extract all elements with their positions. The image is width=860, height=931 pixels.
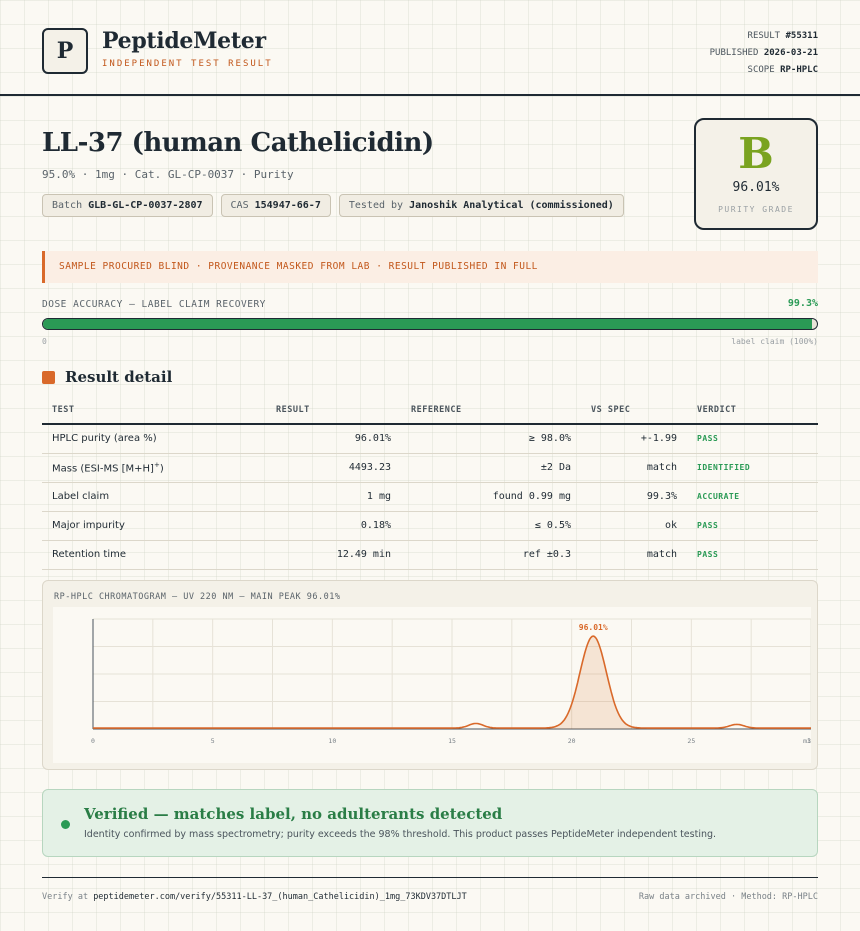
batch-chip: Batch GLB-GL-CP-0037-2807: [42, 194, 213, 217]
grade-label: PURITY GRADE: [718, 205, 794, 214]
cell-vs-spec: +-1.99: [581, 424, 687, 454]
verified-dot-icon: [61, 820, 70, 829]
meta-scope: SCOPE RP-HPLC: [747, 65, 818, 75]
verified-title: Verified — matches label, no adulterants…: [84, 805, 503, 823]
cell-result: 96.01%: [266, 424, 401, 454]
cell-verdict: PASS: [687, 540, 818, 570]
result-table: TEST RESULT REFERENCE VS SPEC VERDICT HP…: [42, 397, 818, 570]
peak-label: 96.01%: [579, 623, 608, 632]
table-row: Mass (ESI-MS [M+H]+) 4493.23 ±2 Da match IDE…: [42, 453, 818, 483]
cell-vs-spec: match: [581, 453, 687, 483]
cell-reference: ±2 Da: [401, 453, 581, 483]
product-title: LL-37 (human Cathelicidin): [42, 128, 434, 158]
grade-letter: B: [738, 129, 774, 178]
dose-progress-fill: [43, 319, 812, 329]
cell-vs-spec: ok: [581, 511, 687, 541]
x-axis-unit: min: [803, 737, 811, 745]
section-marker-icon: [42, 371, 55, 384]
cell-verdict: IDENTIFIED: [687, 453, 818, 483]
brand-logo: P: [42, 28, 88, 74]
brand-name: PeptideMeter: [102, 28, 266, 54]
cell-reference: ≤ 0.5%: [401, 511, 581, 541]
purity-grade-card: B 96.01% PURITY GRADE: [694, 118, 818, 230]
dose-accuracy-value: 99.3%: [787, 298, 818, 309]
x-tick-label: 25: [687, 737, 695, 745]
cas-chip: CAS 154947-66-7: [220, 194, 331, 217]
cell-result: 12.49 min: [266, 540, 401, 570]
dose-progress-bar: [42, 318, 818, 330]
cell-test: HPLC purity (area %): [42, 424, 266, 454]
cell-reference: ref ±0.3: [401, 540, 581, 570]
cell-verdict: PASS: [687, 511, 818, 541]
chromatogram-panel: RP-HPLC CHROMATOGRAM — UV 220 NM — MAIN …: [42, 580, 818, 770]
chromatogram-title: RP-HPLC CHROMATOGRAM — UV 220 NM — MAIN …: [54, 592, 341, 602]
col-test: TEST: [42, 397, 266, 425]
brand-subtitle: INDEPENDENT TEST RESULT: [102, 59, 273, 69]
cell-test: Mass (ESI-MS [M+H]+): [42, 453, 266, 483]
cell-result: 0.18%: [266, 511, 401, 541]
product-subline: 95.0% · 1mg · Cat. GL-CP-0037 · Purity: [42, 168, 294, 181]
report-header: P PeptideMeter INDEPENDENT TEST RESULT R…: [0, 0, 860, 96]
x-tick-label: 20: [568, 737, 576, 745]
footer-verify: Verify at peptidemeter.com/verify/55311-…: [42, 892, 467, 902]
cell-vs-spec: 99.3%: [581, 482, 687, 512]
x-tick-label: 5: [211, 737, 215, 745]
footer-divider: [42, 877, 818, 878]
dose-bar-min: 0: [42, 337, 47, 346]
cell-result: 4493.23: [266, 453, 401, 483]
cell-test: Label claim: [42, 482, 266, 512]
grade-value: 96.01%: [732, 180, 780, 195]
table-row: Major impurity 0.18% ≤ 0.5% ok PASS: [42, 511, 818, 541]
product-chips: Batch GLB-GL-CP-0037-2807 CAS 154947-66-…: [42, 194, 624, 217]
col-verdict: VERDICT: [687, 397, 818, 425]
col-reference: REFERENCE: [401, 397, 581, 425]
cell-vs-spec: match: [581, 540, 687, 570]
published-date: 2026-03-21: [763, 48, 818, 58]
scope-value: RP-HPLC: [780, 65, 818, 75]
verified-banner: Verified — matches label, no adulterants…: [42, 789, 818, 857]
table-header-row: TEST RESULT REFERENCE VS SPEC VERDICT: [42, 397, 818, 425]
cell-result: 1 mg: [266, 482, 401, 512]
table-row: HPLC purity (area %) 96.01% ≥ 98.0% +-1.99 P…: [42, 424, 818, 454]
x-tick-label: 15: [448, 737, 456, 745]
procurement-notice: SAMPLE PROCURED BLIND · PROVENANCE MASKE…: [42, 251, 818, 283]
result-id: #55311: [785, 31, 818, 41]
cell-test: Major impurity: [42, 511, 266, 541]
x-tick-label: 0: [91, 737, 95, 745]
footer-method: Raw data archived · Method: RP-HPLC: [638, 892, 818, 902]
verify-link[interactable]: peptidemeter.com/verify/55311-LL-37_(hum…: [93, 892, 467, 902]
x-tick-label: 10: [328, 737, 336, 745]
cell-verdict: ACCURATE: [687, 482, 818, 512]
meta-published: PUBLISHED 2026-03-21: [709, 48, 818, 58]
plot-background: [53, 607, 811, 763]
section-title: Result detail: [65, 368, 173, 386]
col-vs-spec: VS SPEC: [581, 397, 687, 425]
chromatogram-chart: 96.01%051015202530min: [53, 607, 811, 763]
meta-result: RESULT #55311: [747, 31, 818, 41]
tested-by-chip: Tested by Janoshik Analytical (commissio…: [338, 194, 624, 217]
cell-reference: ≥ 98.0%: [401, 424, 581, 454]
cell-test: Retention time: [42, 540, 266, 570]
dose-accuracy-label: DOSE ACCURACY — LABEL CLAIM RECOVERY: [42, 299, 266, 310]
verified-body: Identity confirmed by mass spectrometry;…: [84, 829, 717, 840]
cell-verdict: PASS: [687, 424, 818, 454]
dose-bar-max: label claim (100%): [731, 337, 818, 346]
report-meta: RESULT #55311 PUBLISHED 2026-03-21 SCOPE…: [710, 28, 818, 79]
table-row: Label claim 1 mg found 0.99 mg 99.3% ACCURAT…: [42, 482, 818, 512]
cell-reference: found 0.99 mg: [401, 482, 581, 512]
table-row: Retention time 12.49 min ref ±0.3 match PASS: [42, 540, 818, 570]
col-result: RESULT: [266, 397, 401, 425]
